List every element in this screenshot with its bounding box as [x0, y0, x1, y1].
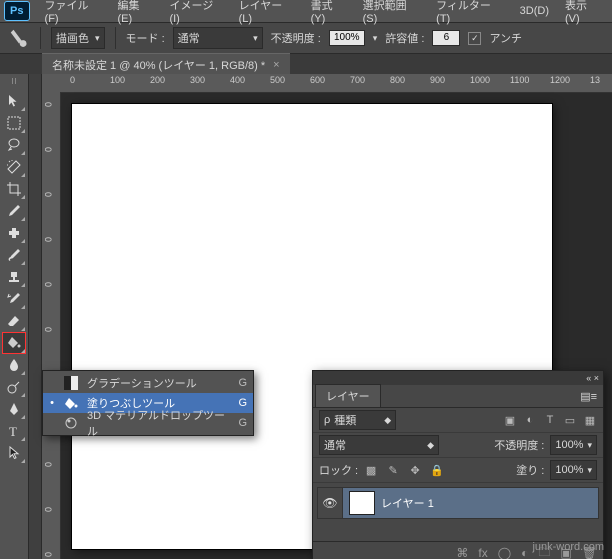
- layer-list: 👁 レイヤー 1: [313, 483, 603, 541]
- menu-layer[interactable]: レイヤー(L): [232, 0, 302, 27]
- crop-tool[interactable]: [2, 178, 26, 200]
- ruler-origin[interactable]: [42, 74, 61, 93]
- lock-all-icon[interactable]: 🔒: [430, 463, 444, 477]
- app-logo: Ps: [4, 1, 30, 21]
- chevron-down-icon: ◆: [427, 440, 434, 451]
- lock-label: ロック :: [319, 462, 358, 478]
- tool-flyout-menu: グラデーションツール G • 塗りつぶしツール G 3D マテリアルドロップツー…: [42, 370, 254, 436]
- menu-filter[interactable]: フィルター(T): [429, 0, 511, 27]
- fill-source-dropdown[interactable]: 描画色 ▾: [51, 27, 105, 49]
- add-mask-icon[interactable]: ◯: [498, 546, 511, 559]
- panel-menu-icon[interactable]: ▤≡: [574, 386, 603, 407]
- panel-tab-layers[interactable]: レイヤー: [315, 384, 381, 407]
- collapse-icon[interactable]: « ×: [586, 373, 599, 383]
- lasso-tool[interactable]: [2, 134, 26, 156]
- layer-fill-input[interactable]: 100%▾: [550, 460, 597, 480]
- flyout-shortcut: G: [233, 397, 247, 409]
- opacity-label: 不透明度 :: [271, 30, 321, 46]
- panel-header[interactable]: « ×: [313, 371, 603, 385]
- link-layers-icon[interactable]: ⌘: [456, 546, 468, 559]
- lock-position-icon[interactable]: ✥: [408, 463, 422, 477]
- stamp-tool[interactable]: [2, 266, 26, 288]
- marquee-tool[interactable]: [2, 112, 26, 134]
- ruler-horizontal[interactable]: 0100 200300 400500 600700 800900 1000110…: [60, 74, 612, 93]
- flyout-shortcut: G: [233, 417, 247, 429]
- layers-panel: « × レイヤー ▤≡ ρ 種類 ◆ ▣ ◐ T ▭ ▦ 通常 ◆ 不透明度 :…: [312, 370, 604, 559]
- menu-edit[interactable]: 編集(E): [110, 0, 160, 27]
- menu-type[interactable]: 書式(Y): [304, 0, 354, 27]
- menu-file[interactable]: ファイル(F): [38, 0, 109, 27]
- layer-row[interactable]: 👁 レイヤー 1: [317, 487, 599, 519]
- paint-bucket-icon: [63, 395, 79, 411]
- close-icon[interactable]: ×: [273, 59, 279, 71]
- document-tab[interactable]: 名称未設定 1 @ 40% (レイヤー 1, RGB/8) * ×: [42, 53, 290, 76]
- document-tabstrip: 名称未設定 1 @ 40% (レイヤー 1, RGB/8) * ×: [0, 54, 612, 76]
- flyout-gradient-tool[interactable]: グラデーションツール G: [43, 373, 253, 393]
- menu-view[interactable]: 表示(V): [558, 0, 608, 27]
- chevron-down-icon[interactable]: ▾: [373, 33, 378, 44]
- material-drop-icon: [63, 415, 79, 431]
- mode-label: モード :: [126, 30, 165, 46]
- move-tool[interactable]: [2, 90, 26, 112]
- chevron-down-icon: ▾: [95, 33, 100, 44]
- menu-select[interactable]: 選択範囲(S): [356, 0, 428, 27]
- filter-pixel-icon[interactable]: ▣: [503, 413, 517, 427]
- paint-bucket-tool[interactable]: [2, 332, 26, 354]
- layer-opacity-input[interactable]: 100%▾: [550, 435, 597, 455]
- lock-pixels-icon[interactable]: ✎: [386, 463, 400, 477]
- history-brush-tool[interactable]: [2, 288, 26, 310]
- antialias-label: アンチ: [489, 30, 522, 46]
- document-tab-title: 名称未設定 1 @ 40% (レイヤー 1, RGB/8) *: [52, 57, 265, 73]
- flyout-shortcut: G: [233, 377, 247, 389]
- tools-panel: T: [0, 74, 29, 559]
- brush-tool[interactable]: [2, 244, 26, 266]
- panel-grip[interactable]: [3, 78, 25, 86]
- tolerance-input[interactable]: 6: [432, 30, 460, 46]
- gradient-icon: [63, 375, 79, 391]
- tool-preset-icon[interactable]: [8, 27, 30, 49]
- chevron-down-icon: ▾: [253, 33, 258, 44]
- visibility-icon[interactable]: 👁: [318, 488, 343, 518]
- filter-shape-icon[interactable]: ▭: [563, 413, 577, 427]
- layer-fx-icon[interactable]: fx: [478, 546, 487, 559]
- layer-opacity-label: 不透明度 :: [494, 437, 544, 453]
- flyout-label: 3D マテリアルドロップツール: [87, 407, 225, 439]
- flyout-label: グラデーションツール: [87, 375, 225, 391]
- fill-label: 塗り :: [516, 462, 544, 478]
- svg-text:T: T: [9, 424, 17, 439]
- filter-adjust-icon[interactable]: ◐: [523, 413, 537, 427]
- antialias-checkbox[interactable]: ✓: [468, 32, 481, 45]
- tolerance-label: 許容値 :: [385, 30, 424, 46]
- pen-tool[interactable]: [2, 398, 26, 420]
- blur-tool[interactable]: [2, 354, 26, 376]
- eyedropper-tool[interactable]: [2, 200, 26, 222]
- fill-source-value: 描画色: [56, 30, 89, 46]
- watermark: junk-word.com: [532, 541, 604, 553]
- search-icon: ρ: [324, 414, 330, 426]
- ruler-vertical[interactable]: 00 00 00 00 00 0: [42, 92, 61, 559]
- dock-strip[interactable]: [29, 74, 42, 559]
- lock-transparent-icon[interactable]: ▩: [364, 463, 378, 477]
- dodge-tool[interactable]: [2, 376, 26, 398]
- menu-image[interactable]: イメージ(I): [162, 0, 229, 27]
- flyout-3d-material-tool[interactable]: 3D マテリアルドロップツール G: [43, 413, 253, 433]
- eraser-tool[interactable]: [2, 310, 26, 332]
- layer-name[interactable]: レイヤー 1: [381, 495, 434, 511]
- layer-thumbnail[interactable]: [349, 491, 375, 515]
- filter-smart-icon[interactable]: ▦: [583, 413, 597, 427]
- opacity-input[interactable]: 100%: [329, 30, 365, 46]
- layer-filter-kind[interactable]: ρ 種類 ◆: [319, 410, 396, 430]
- chevron-down-icon: ◆: [384, 415, 391, 426]
- blend-mode-dropdown[interactable]: 通常 ▾: [173, 27, 263, 49]
- filter-type-icon[interactable]: T: [543, 413, 557, 427]
- new-adjustment-icon[interactable]: ◐: [521, 546, 528, 559]
- healing-tool[interactable]: [2, 222, 26, 244]
- layer-blend-mode[interactable]: 通常 ◆: [319, 435, 439, 455]
- menu-3d[interactable]: 3D(D): [513, 3, 556, 19]
- menu-bar: Ps ファイル(F) 編集(E) イメージ(I) レイヤー(L) 書式(Y) 選…: [0, 0, 612, 22]
- magic-wand-tool[interactable]: [2, 156, 26, 178]
- path-select-tool[interactable]: [2, 442, 26, 464]
- type-tool[interactable]: T: [2, 420, 26, 442]
- blend-mode-value: 通常: [178, 30, 200, 46]
